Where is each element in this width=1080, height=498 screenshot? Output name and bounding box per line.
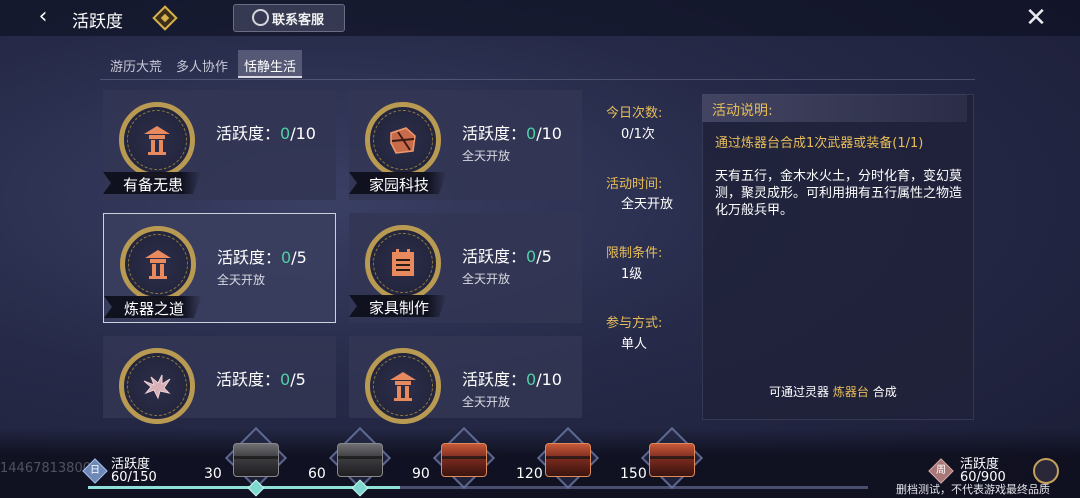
activity-score-max: /5 <box>536 247 552 266</box>
activity-time-value: 全天开放 <box>621 197 674 212</box>
milestone-value: 150 <box>620 466 647 482</box>
footer-suffix: 合成 <box>872 385 897 399</box>
daily-count-label: 今日次数: <box>606 106 663 121</box>
daily-activity-value: 60/150 <box>111 470 157 485</box>
activity-score-max: /5 <box>291 248 307 267</box>
test-disclaimer: 删档测试，不代表游戏最终品质 <box>896 483 1050 496</box>
activity-card[interactable]: 家园科技 活跃度：0/10 全天开放 <box>349 90 582 200</box>
back-icon[interactable]: ‹ <box>30 6 56 30</box>
description-body: 天有五行，金木水火土，分时化育，变幻莫测，聚灵成形。可利用拥有五行属性之物造化万… <box>715 169 963 218</box>
reward-chest-icon[interactable] <box>337 443 383 477</box>
activity-score: 活跃度：0/10 <box>216 120 316 144</box>
support-icon <box>252 9 269 26</box>
daily-count-value: 0/1次 <box>621 127 655 142</box>
tab-travel[interactable]: 游历大荒 <box>104 50 168 78</box>
activity-score: 活跃度：0/10 <box>462 366 562 390</box>
cabinet-icon <box>386 246 420 280</box>
activity-emblem-ring <box>119 348 195 424</box>
description-task: 通过炼器台合成1次武器或装备(1/1) <box>715 136 924 151</box>
lantern-icon <box>386 369 420 403</box>
lantern-icon <box>141 247 175 281</box>
lantern-icon <box>140 123 174 157</box>
activity-emblem-ring <box>120 226 196 302</box>
footer-prefix: 可通过灵器 <box>769 385 830 399</box>
activity-score: 活跃度：0/5 <box>217 244 307 268</box>
activity-score-max: /10 <box>536 124 562 143</box>
contact-support-label: 联系客服 <box>272 13 325 28</box>
activity-open-time: 全天开放 <box>217 273 266 287</box>
activity-score-current: 0 <box>281 248 292 267</box>
activity-card[interactable]: 有备无患 活跃度：0/10 <box>103 90 336 200</box>
activity-name: 有备无患 <box>103 172 201 194</box>
tab-cooperation[interactable]: 多人协作 <box>170 50 234 78</box>
activity-card[interactable]: 家具制作 活跃度：0/5 全天开放 <box>349 213 582 323</box>
activity-open-time: 全天开放 <box>462 149 511 163</box>
limit-label: 限制条件: <box>606 246 663 261</box>
description-title: 活动说明: <box>712 103 773 119</box>
activity-emblem-ring <box>365 348 441 424</box>
limit-value: 1级 <box>621 267 643 282</box>
milestone-value: 60 <box>308 466 326 482</box>
tab-quiet-life[interactable]: 恬静生活 <box>238 50 303 78</box>
activity-emblem-ring <box>365 102 441 178</box>
reward-chest-icon[interactable] <box>545 443 591 477</box>
activity-name: 家具制作 <box>349 295 447 317</box>
participation-label: 参与方式: <box>606 316 663 331</box>
milestone-value: 30 <box>204 466 222 482</box>
activity-score-label: 活跃度： <box>462 124 527 143</box>
activity-score-label: 活跃度： <box>217 248 282 267</box>
creature-icon <box>140 369 174 403</box>
activity-score-current: 0 <box>526 370 537 389</box>
reward-chest-icon[interactable] <box>441 443 487 477</box>
activity-score-current: 0 <box>526 124 537 143</box>
milestone-value: 120 <box>516 466 543 482</box>
crate-icon <box>386 123 420 157</box>
activity-time-label: 活动时间: <box>606 177 663 192</box>
activity-score: 活跃度：0/5 <box>462 243 552 267</box>
activity-score-max: /10 <box>536 370 562 389</box>
activity-score: 活跃度：0/5 <box>216 366 306 390</box>
milestone-value: 90 <box>412 466 430 482</box>
activity-name: 家园科技 <box>349 172 447 194</box>
activity-open-time: 全天开放 <box>462 272 511 286</box>
reward-chest-icon[interactable] <box>649 443 695 477</box>
activity-score-current: 0 <box>280 124 291 143</box>
weekly-icon-glyph: 周 <box>936 465 946 476</box>
forge-link[interactable]: 炼器台 <box>833 385 869 399</box>
activity-score: 活跃度：0/10 <box>462 120 562 144</box>
reward-chest-icon[interactable] <box>233 443 279 477</box>
page-title: 活跃度 <box>72 12 123 32</box>
description-footer: 可通过灵器 炼器台 合成 <box>769 383 897 400</box>
activity-score-current: 0 <box>526 247 537 266</box>
activity-score-max: /5 <box>290 370 306 389</box>
activity-score-label: 活跃度： <box>462 247 527 266</box>
activity-score-current: 0 <box>280 370 291 389</box>
activity-score-max: /10 <box>290 124 316 143</box>
activity-card[interactable]: 炼器之道 活跃度：0/5 全天开放 <box>103 213 336 323</box>
activity-emblem-ring <box>365 225 441 301</box>
activity-emblem-ring <box>119 102 195 178</box>
activity-score-label: 活跃度： <box>462 370 527 389</box>
activity-name: 炼器之道 <box>104 296 202 318</box>
activity-score-label: 活跃度： <box>216 124 281 143</box>
activity-card[interactable]: 活跃度：0/10 全天开放 <box>349 336 582 424</box>
activity-open-time: 全天开放 <box>462 395 511 409</box>
tab-divider <box>100 79 975 80</box>
participation-value: 单人 <box>621 337 648 352</box>
close-icon[interactable]: ✕ <box>1022 4 1050 32</box>
activity-card[interactable]: 活跃度：0/5 <box>103 336 336 424</box>
activity-score-label: 活跃度： <box>216 370 281 389</box>
daily-icon-glyph: 日 <box>90 465 100 476</box>
